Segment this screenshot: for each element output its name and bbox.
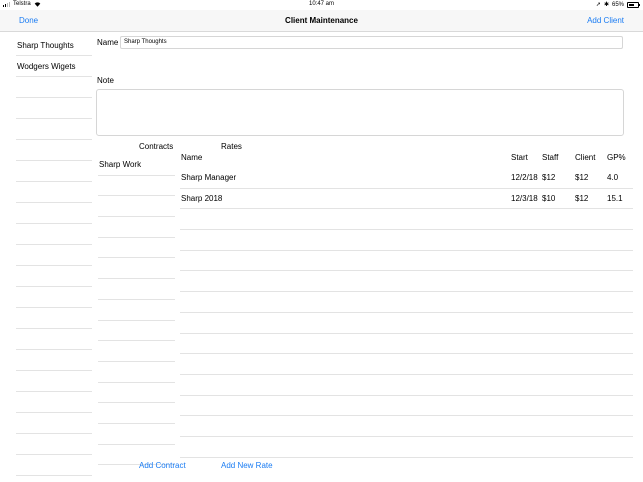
note-textarea[interactable] (96, 89, 624, 136)
add-contract-button[interactable]: Add Contract (139, 461, 186, 470)
client-list-item[interactable] (16, 371, 92, 392)
client-list-item[interactable] (16, 161, 92, 182)
rate-cell-start: 12/3/18 (511, 193, 538, 203)
rate-row[interactable] (180, 416, 633, 437)
rates-body: Sharp Manager 12/2/18 $12 $12 4.0 Sharp 2018 1… (180, 168, 633, 458)
contract-list-item[interactable] (98, 238, 175, 259)
bluetooth-icon: ✱ (603, 2, 609, 8)
client-list-item[interactable] (16, 77, 92, 98)
client-list-item[interactable] (16, 392, 92, 413)
rate-cell-gp: 4.0 (607, 173, 619, 182)
column-header-name: Name (181, 153, 203, 162)
battery-fill (629, 3, 635, 6)
rate-row[interactable]: Sharp 2018 12/3/18 $10 $12 15.1 (180, 189, 633, 210)
rate-cell-staff: $10 (542, 193, 556, 203)
rate-cell-client: $12 (575, 193, 589, 203)
column-header-gp: GP% (607, 153, 626, 162)
client-list-item[interactable] (16, 119, 92, 140)
client-list-item[interactable] (16, 203, 92, 224)
rate-cell-staff: $12 (542, 173, 556, 182)
client-list-item[interactable] (16, 413, 92, 434)
navigation-bar: Done Client Maintenance Add Client (0, 10, 643, 32)
status-bar: Telstra 10:47 am ➚ ✱ 65% (0, 0, 643, 10)
rate-cell-client: $12 (575, 173, 589, 182)
contract-list-item[interactable] (98, 383, 175, 404)
rates-header: Rates (221, 142, 242, 151)
rate-row[interactable] (180, 396, 633, 417)
rates-table: Name Start Staff Client GP% Sharp Manage… (180, 152, 633, 458)
rate-row[interactable] (180, 437, 633, 458)
add-new-rate-button[interactable]: Add New Rate (221, 461, 273, 470)
note-label: Note (97, 76, 114, 85)
contract-list-item[interactable] (98, 300, 175, 321)
client-list-item[interactable] (16, 308, 92, 329)
contract-list-item[interactable] (98, 403, 175, 424)
client-list-item[interactable] (16, 98, 92, 119)
rate-row[interactable] (180, 230, 633, 251)
contract-list-item[interactable] (98, 321, 175, 342)
contracts-list: Sharp Work (98, 155, 175, 466)
rates-header-row: Name Start Staff Client GP% (180, 152, 633, 168)
client-list-item[interactable] (16, 182, 92, 203)
rate-row[interactable] (180, 313, 633, 334)
column-header-staff: Staff (542, 153, 559, 162)
rate-row[interactable] (180, 251, 633, 272)
client-list-item[interactable]: Sharp Thoughts (16, 35, 92, 56)
page-title: Client Maintenance (285, 16, 358, 25)
contract-list-item[interactable] (98, 176, 175, 197)
rate-row[interactable] (180, 354, 633, 375)
contract-list-item[interactable] (98, 362, 175, 383)
battery-icon (627, 1, 640, 8)
rate-row[interactable] (180, 271, 633, 293)
client-list-item[interactable] (16, 140, 92, 161)
contract-list-item[interactable]: Sharp Work (98, 155, 175, 176)
client-list: Sharp Thoughts Wodgers Wigets (16, 35, 92, 476)
contract-list-item[interactable] (98, 341, 175, 362)
name-input[interactable]: Sharp Thoughts (120, 36, 623, 49)
rate-cell-start: 12/2/18 (511, 173, 538, 182)
column-header-client: Client (575, 153, 596, 162)
name-label: Name (97, 38, 119, 47)
rate-row[interactable] (180, 375, 633, 396)
rate-row[interactable] (180, 292, 633, 313)
location-icon: ➚ (595, 2, 601, 8)
add-client-button[interactable]: Add Client (587, 16, 624, 25)
status-right: ➚ ✱ 65% (595, 1, 640, 8)
rate-cell-gp: 15.1 (607, 193, 623, 203)
column-header-start: Start (511, 153, 528, 162)
contract-list-item[interactable] (98, 217, 175, 238)
rate-row[interactable]: Sharp Manager 12/2/18 $12 $12 4.0 (180, 168, 633, 189)
battery-percent: 65% (611, 1, 624, 8)
client-list-item[interactable] (16, 287, 92, 308)
status-time: 10:47 am (308, 1, 335, 7)
client-list-item[interactable] (16, 266, 92, 287)
contract-list-item[interactable] (98, 196, 175, 218)
client-list-item[interactable] (16, 350, 92, 371)
rate-cell-name: Sharp 2018 (181, 193, 223, 203)
client-list-item[interactable]: Wodgers Wigets (16, 56, 92, 77)
contract-list-item[interactable] (98, 424, 175, 445)
rate-cell-name: Sharp Manager (181, 173, 237, 182)
client-list-item[interactable] (16, 455, 92, 476)
client-list-item[interactable] (16, 224, 92, 245)
rate-row[interactable] (180, 334, 633, 355)
client-list-item[interactable] (16, 245, 92, 266)
client-list-item[interactable] (16, 434, 92, 455)
rate-row[interactable] (180, 209, 633, 231)
client-list-item[interactable] (16, 329, 92, 350)
contracts-header: Contracts (139, 142, 174, 151)
contract-list-item[interactable] (98, 279, 175, 300)
contract-list-item[interactable] (98, 258, 175, 280)
